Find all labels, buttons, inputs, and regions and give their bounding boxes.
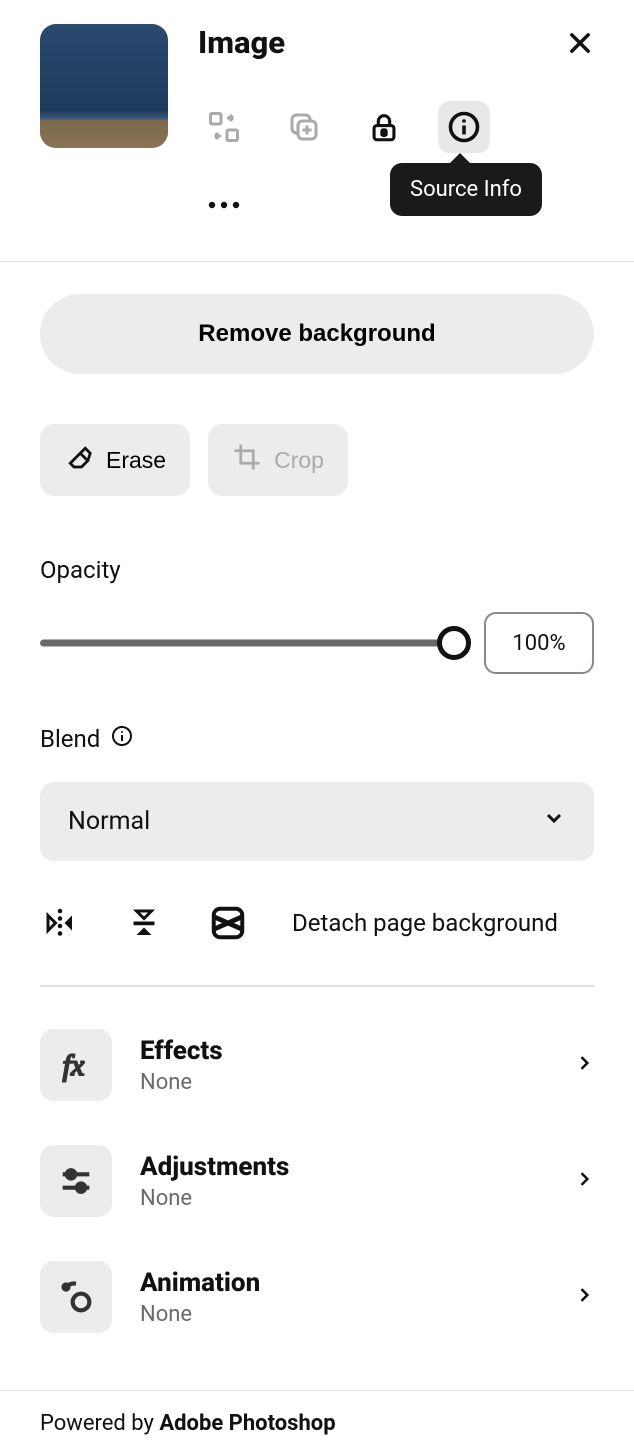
erase-label: Erase — [106, 447, 166, 474]
close-button[interactable] — [566, 29, 594, 57]
lock-icon[interactable] — [358, 101, 410, 153]
blend-label: Blend — [40, 724, 594, 754]
blend-value: Normal — [68, 807, 150, 836]
more-icon[interactable] — [198, 179, 250, 231]
adjustments-icon — [40, 1145, 112, 1217]
crop-button[interactable]: Crop — [208, 424, 348, 496]
detach-label[interactable]: Detach page background — [292, 909, 558, 937]
adjustments-sub: None — [140, 1186, 546, 1211]
crop-label: Crop — [274, 447, 324, 474]
animation-title: Animation — [140, 1268, 546, 1298]
animation-icon — [40, 1261, 112, 1333]
flip-vertical-icon[interactable] — [124, 903, 164, 943]
chevron-down-icon — [542, 806, 566, 837]
flip-horizontal-icon[interactable] — [40, 903, 80, 943]
blend-info-icon[interactable] — [110, 724, 134, 754]
blend-select[interactable]: Normal — [40, 782, 594, 861]
animation-row[interactable]: Animation None — [40, 1239, 594, 1355]
chevron-right-icon — [574, 1053, 594, 1077]
chevron-right-icon — [574, 1285, 594, 1309]
crop-icon — [232, 442, 262, 478]
duplicate-icon[interactable] — [278, 101, 330, 153]
effects-icon: fx — [40, 1029, 112, 1101]
effects-row[interactable]: fx Effects None — [40, 1007, 594, 1123]
image-thumbnail[interactable] — [40, 24, 168, 148]
footer: Powered by Adobe Photoshop — [0, 1390, 634, 1456]
chevron-right-icon — [574, 1169, 594, 1193]
remove-background-button[interactable]: Remove background — [40, 294, 594, 374]
adjustments-row[interactable]: Adjustments None — [40, 1123, 594, 1239]
panel-title: Image — [198, 24, 285, 61]
opacity-label: Opacity — [40, 556, 594, 584]
effects-title: Effects — [140, 1036, 546, 1066]
eraser-icon — [64, 442, 94, 478]
info-icon[interactable] — [438, 101, 490, 153]
replace-icon[interactable] — [198, 101, 250, 153]
divider — [40, 985, 594, 987]
opacity-value[interactable]: 100% — [484, 612, 594, 674]
svg-text:fx: fx — [63, 1049, 85, 1082]
opacity-slider[interactable] — [40, 625, 454, 661]
effects-sub: None — [140, 1070, 546, 1095]
erase-button[interactable]: Erase — [40, 424, 190, 496]
tooltip: Source Info — [390, 163, 542, 216]
animation-sub: None — [140, 1302, 546, 1327]
adjustments-title: Adjustments — [140, 1152, 546, 1182]
detach-icon[interactable] — [208, 903, 248, 943]
